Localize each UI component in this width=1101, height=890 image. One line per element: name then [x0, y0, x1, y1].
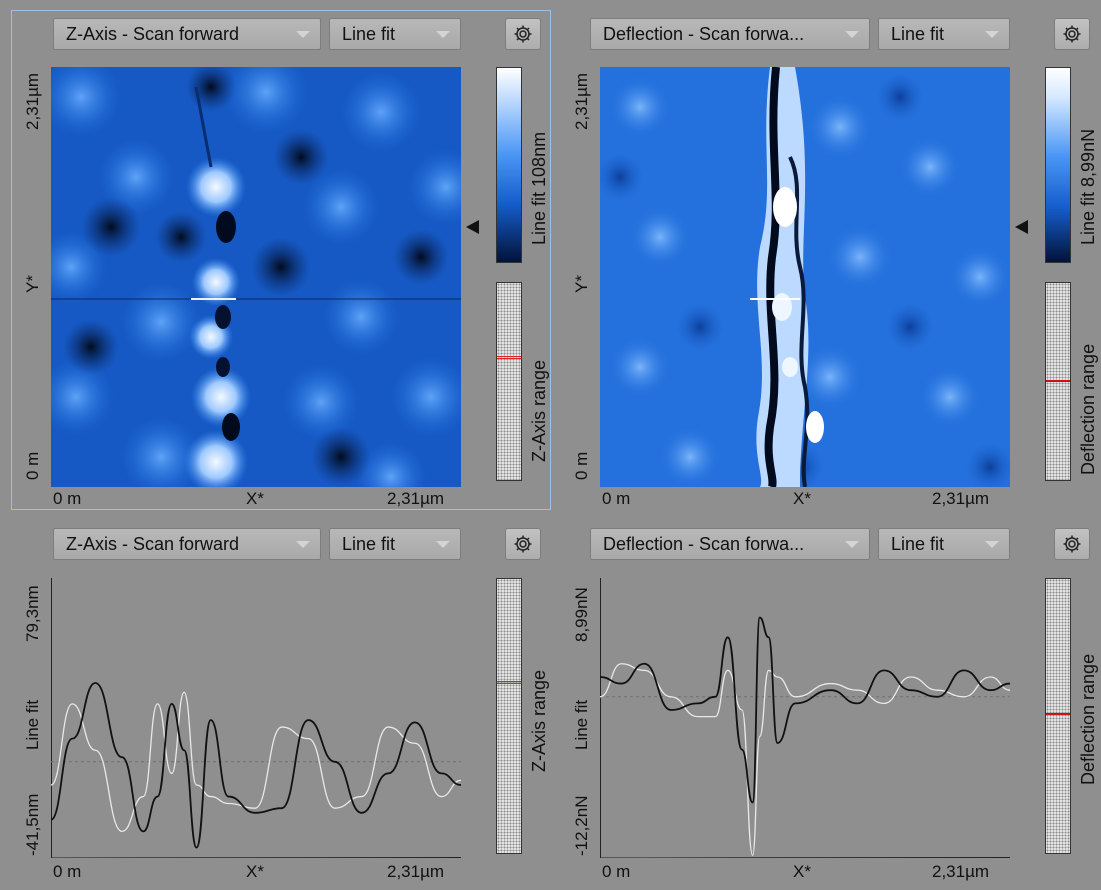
panel-z-axis-profile[interactable]: Z-Axis - Scan forward Line fit 79,3nm Li… — [11, 520, 551, 888]
y-axis-label: Line fit — [23, 699, 42, 750]
y-axis-label: Y* — [572, 275, 591, 293]
gear-icon — [514, 25, 532, 43]
z-axis-topography-image[interactable] — [51, 67, 461, 487]
range-marker[interactable] — [497, 681, 521, 684]
channel-label: Deflection - Scan forwa... — [603, 534, 805, 554]
chevron-down-icon — [436, 541, 450, 548]
range-label: Deflection range — [1078, 653, 1098, 785]
chevron-down-icon — [296, 31, 310, 38]
triangle-left-icon[interactable] — [1015, 220, 1028, 234]
chevron-down-icon — [845, 31, 859, 38]
filter-dropdown[interactable]: Line fit — [329, 528, 461, 560]
filter-label: Line fit — [342, 24, 396, 44]
color-scale-bar — [1045, 67, 1071, 263]
y-max-label: 2,31µm — [572, 72, 591, 130]
x-axis-label: X* — [793, 489, 811, 508]
filter-dropdown[interactable]: Line fit — [329, 18, 461, 50]
y-max-label: 2,31µm — [23, 72, 42, 130]
x-axis-label: X* — [793, 862, 811, 881]
color-scale-bar — [496, 67, 522, 263]
filter-label: Line fit — [891, 24, 945, 44]
y-min-label: -12,2nN — [572, 795, 591, 856]
panel-deflection-profile[interactable]: Deflection - Scan forwa... Line fit 8,99… — [560, 520, 1100, 888]
channel-label: Deflection - Scan forwa... — [603, 24, 805, 44]
range-label: Z-Axis range — [529, 359, 549, 462]
filter-dropdown[interactable]: Line fit — [878, 528, 1010, 560]
gear-icon — [514, 535, 532, 553]
filter-label: Line fit — [891, 534, 945, 554]
chevron-down-icon — [985, 31, 999, 38]
x-max-label: 2,31µm — [932, 489, 990, 508]
channel-dropdown[interactable]: Deflection - Scan forwa... — [590, 18, 870, 50]
axis-frame — [600, 578, 1010, 858]
color-scale-label: Line fit 108nm — [529, 131, 549, 245]
y-min-label: 0 m — [572, 451, 591, 480]
range-marker[interactable] — [1046, 380, 1070, 382]
x-min-label: 0 m — [602, 862, 631, 881]
forward-trace-line — [51, 682, 461, 849]
x-min-label: 0 m — [602, 489, 631, 508]
y-max-label: 79,3nm — [23, 585, 42, 642]
channel-dropdown[interactable]: Z-Axis - Scan forward — [53, 18, 321, 50]
y-axis-label: Line fit — [572, 699, 591, 750]
settings-button[interactable] — [505, 18, 541, 50]
deflection-image[interactable] — [600, 67, 1010, 487]
z-axis-range-slider[interactable] — [496, 578, 522, 854]
filter-label: Line fit — [342, 534, 396, 554]
color-scale-label: Line fit 8,99nN — [1078, 128, 1098, 245]
panel-z-axis-image[interactable]: Z-Axis - Scan forward Line fit 2,31µm Y*… — [11, 10, 551, 510]
y-min-label: 0 m — [23, 451, 42, 480]
settings-button[interactable] — [1054, 528, 1090, 560]
x-min-label: 0 m — [53, 489, 82, 508]
channel-label: Z-Axis - Scan forward — [66, 24, 240, 44]
settings-button[interactable] — [505, 528, 541, 560]
z-axis-range-slider[interactable] — [496, 282, 522, 481]
x-axis-label: X* — [246, 489, 264, 508]
deflection-line-profile-chart[interactable] — [600, 578, 1010, 858]
range-marker[interactable] — [1046, 713, 1070, 715]
triangle-left-icon[interactable] — [466, 220, 479, 234]
filter-dropdown[interactable]: Line fit — [878, 18, 1010, 50]
deflection-range-slider[interactable] — [1045, 578, 1071, 854]
x-max-label: 2,31µm — [387, 489, 445, 508]
y-max-label: 8,99nN — [572, 587, 591, 642]
x-axis-label: X* — [246, 862, 264, 881]
chevron-down-icon — [845, 541, 859, 548]
gear-icon — [1063, 25, 1081, 43]
x-max-label: 2,31µm — [387, 862, 445, 881]
channel-dropdown[interactable]: Z-Axis - Scan forward — [53, 528, 321, 560]
y-axis-label: Y* — [23, 275, 42, 293]
deflection-range-slider[interactable] — [1045, 282, 1071, 481]
range-label: Z-Axis range — [529, 669, 549, 772]
chevron-down-icon — [436, 31, 450, 38]
chevron-down-icon — [296, 541, 310, 548]
z-axis-line-profile-chart[interactable] — [51, 578, 461, 858]
chevron-down-icon — [985, 541, 999, 548]
x-min-label: 0 m — [53, 862, 82, 881]
channel-dropdown[interactable]: Deflection - Scan forwa... — [590, 528, 870, 560]
backward-trace-line — [600, 663, 1010, 857]
y-min-label: -41,5nm — [23, 793, 42, 856]
gear-icon — [1063, 535, 1081, 553]
forward-trace-line — [600, 616, 1010, 804]
panel-deflection-image[interactable]: Deflection - Scan forwa... Line fit 2,31… — [560, 10, 1100, 510]
range-label: Deflection range — [1078, 343, 1098, 475]
channel-label: Z-Axis - Scan forward — [66, 534, 240, 554]
settings-button[interactable] — [1054, 18, 1090, 50]
x-max-label: 2,31µm — [932, 862, 990, 881]
range-marker[interactable] — [497, 356, 521, 359]
